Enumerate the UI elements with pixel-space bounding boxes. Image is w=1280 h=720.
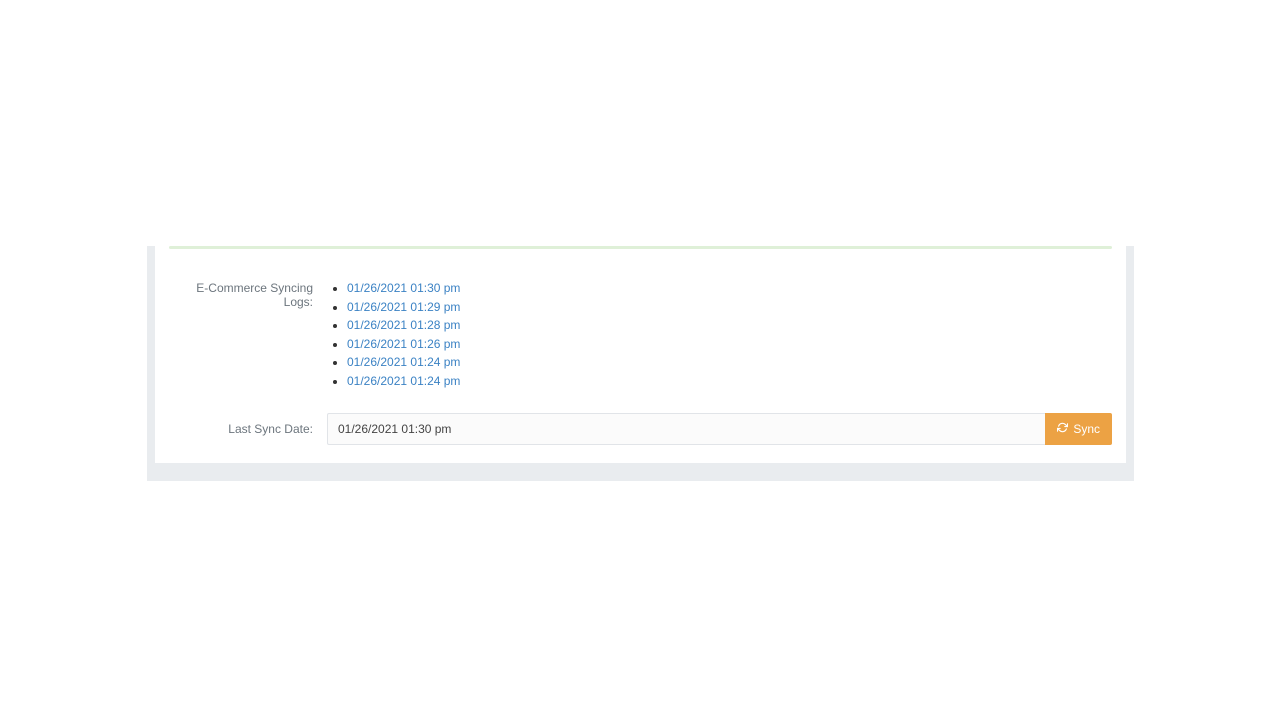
list-item: 01/26/2021 01:29 pm [347, 298, 1112, 317]
log-link[interactable]: 01/26/2021 01:29 pm [347, 300, 460, 314]
list-item: 01/26/2021 01:24 pm [347, 353, 1112, 372]
log-link[interactable]: 01/26/2021 01:24 pm [347, 374, 460, 388]
log-list: 01/26/2021 01:30 pm 01/26/2021 01:29 pm … [327, 279, 1112, 391]
log-link[interactable]: 01/26/2021 01:28 pm [347, 318, 460, 332]
top-strip [169, 246, 1112, 249]
log-link[interactable]: 01/26/2021 01:30 pm [347, 281, 460, 295]
last-sync-input[interactable] [327, 413, 1045, 445]
log-link[interactable]: 01/26/2021 01:26 pm [347, 337, 460, 351]
sync-button-label: Sync [1073, 422, 1100, 436]
label-last-sync: Last Sync Date: [169, 413, 327, 436]
refresh-icon [1057, 422, 1068, 436]
list-item: 01/26/2021 01:28 pm [347, 316, 1112, 335]
label-syncing-logs: E-Commerce Syncing Logs: [169, 279, 327, 309]
row-syncing-logs: E-Commerce Syncing Logs: 01/26/2021 01:3… [169, 279, 1112, 391]
sync-input-group: Sync [327, 413, 1112, 445]
list-item: 01/26/2021 01:30 pm [347, 279, 1112, 298]
list-item: 01/26/2021 01:24 pm [347, 372, 1112, 391]
list-item: 01/26/2021 01:26 pm [347, 335, 1112, 354]
panel-wrap: E-Commerce Syncing Logs: 01/26/2021 01:3… [147, 246, 1134, 481]
value-last-sync: Sync [327, 413, 1112, 445]
value-syncing-logs: 01/26/2021 01:30 pm 01/26/2021 01:29 pm … [327, 279, 1112, 391]
row-last-sync: Last Sync Date: [169, 413, 1112, 445]
panel: E-Commerce Syncing Logs: 01/26/2021 01:3… [155, 246, 1126, 463]
page-root: E-Commerce Syncing Logs: 01/26/2021 01:3… [0, 0, 1280, 720]
sync-button[interactable]: Sync [1045, 413, 1112, 445]
log-link[interactable]: 01/26/2021 01:24 pm [347, 355, 460, 369]
